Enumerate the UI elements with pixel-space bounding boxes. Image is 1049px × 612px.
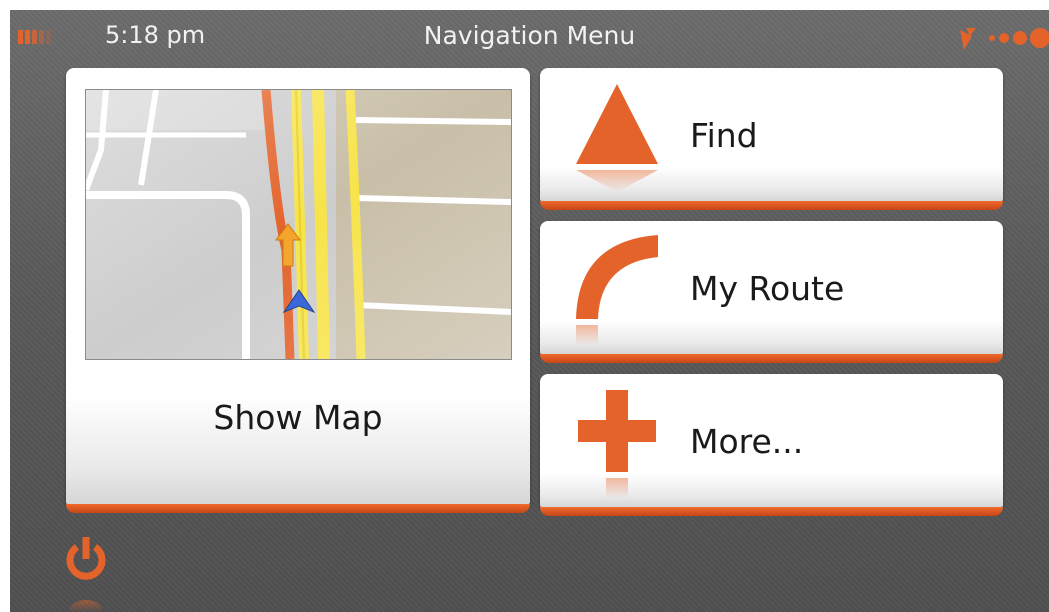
find-button[interactable]: Find [540, 68, 1003, 210]
tile-accent-bar [540, 201, 1003, 210]
map-preview [85, 89, 512, 360]
more-button[interactable]: More... [540, 374, 1003, 516]
find-label: Find [690, 116, 758, 155]
show-map-label: Show Map [213, 398, 383, 437]
plus-icon [578, 390, 656, 498]
arrow-up-icon [576, 84, 658, 192]
tile-accent-bar [66, 504, 530, 513]
page-title: Navigation Menu [423, 21, 636, 50]
navigation-screen: 5:18 pm Navigation Menu Show Map Find My… [10, 10, 1049, 612]
gps-satellite-icon [960, 28, 1049, 50]
show-map-button[interactable]: Show Map [66, 68, 530, 513]
route-curve-icon [576, 235, 658, 345]
map-thumbnail [86, 90, 511, 359]
tile-accent-bar [540, 354, 1003, 363]
more-label: More... [690, 422, 804, 461]
tile-accent-bar [540, 507, 1003, 516]
power-icon[interactable] [66, 535, 106, 612]
my-route-label: My Route [690, 269, 845, 308]
my-route-button[interactable]: My Route [540, 221, 1003, 363]
status-bar: 5:18 pm Navigation Menu [10, 10, 1049, 66]
